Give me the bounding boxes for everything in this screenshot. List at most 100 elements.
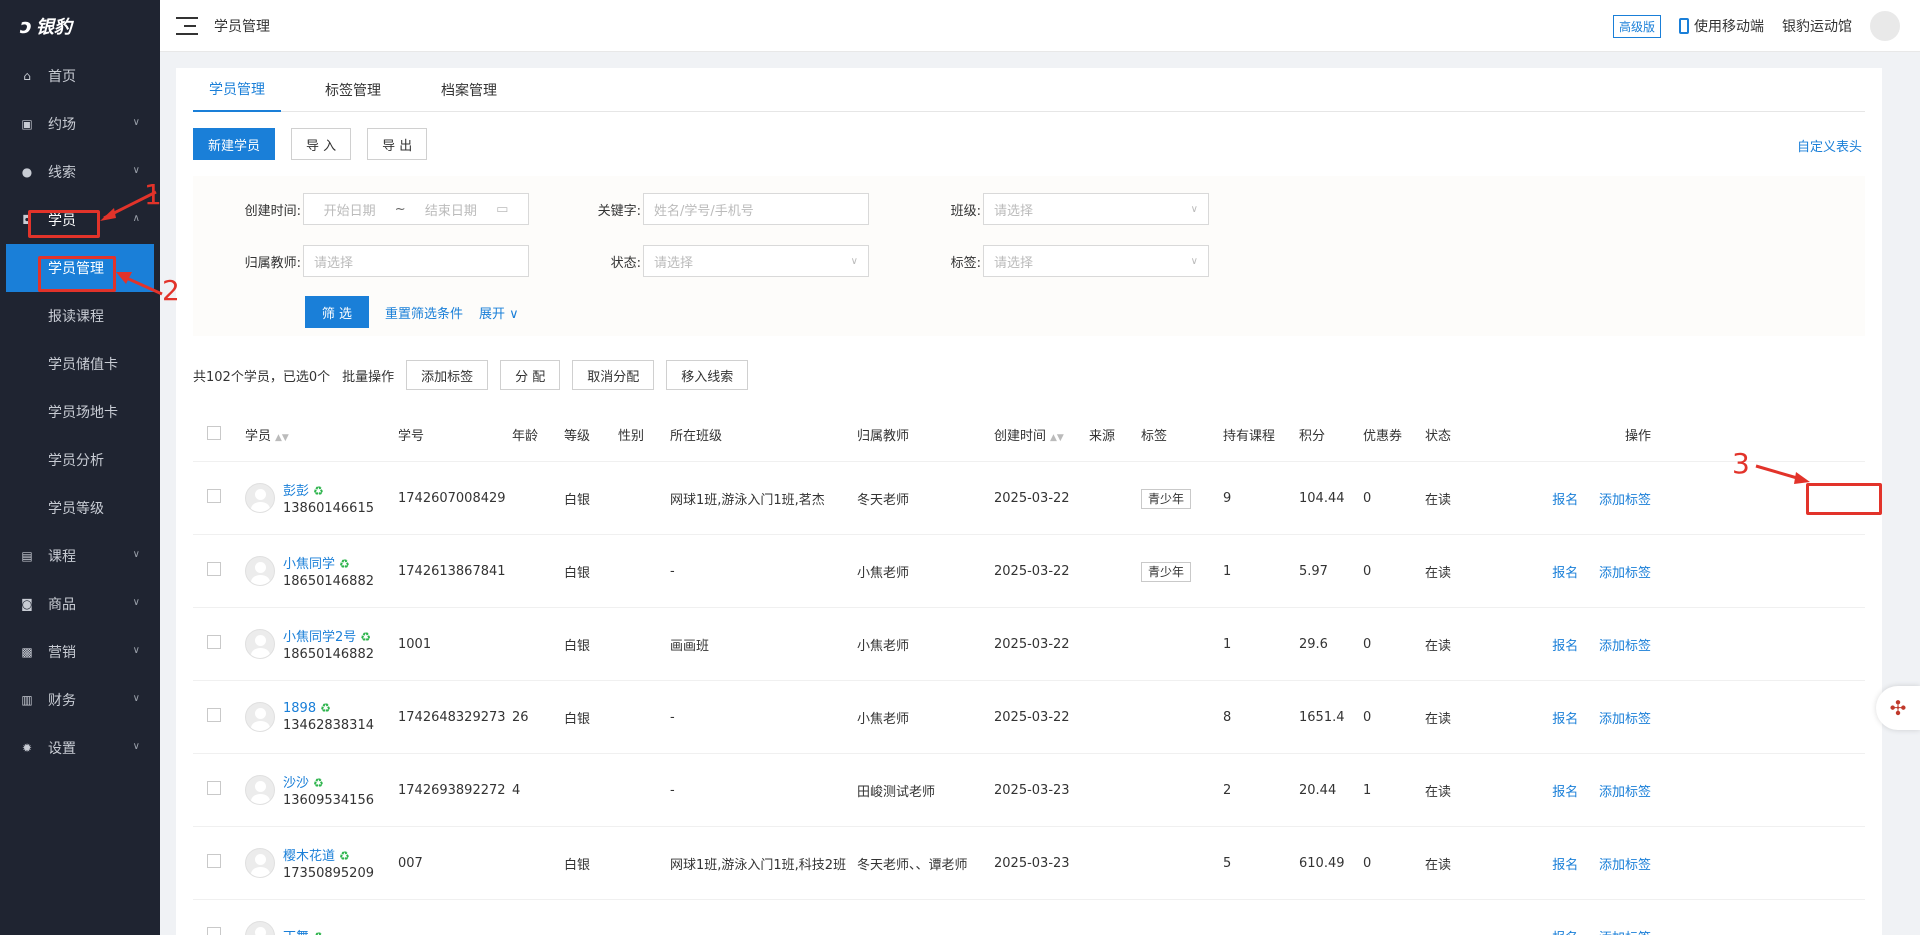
column-label: 状态 xyxy=(1425,429,1452,444)
table-row: 小焦同学2号 ♻ 18650146882 1001 白银 画画班 小焦老师 2025-03-… xyxy=(193,608,1865,681)
reset-filter-link[interactable]: 重置筛选条件 xyxy=(385,303,463,322)
row-checkbox[interactable] xyxy=(207,781,221,795)
student-name-link[interactable]: 小焦同学 ♻ xyxy=(283,553,374,572)
enroll-link[interactable]: 报名 xyxy=(1552,566,1578,581)
cell-teacher: 小焦老师 xyxy=(857,638,910,654)
class-select[interactable]: 请选择 ∨ xyxy=(983,193,1209,225)
sidebar-subitem-student-analysis[interactable]: 学员分析 xyxy=(0,436,160,484)
student-name-link[interactable]: 小焦同学2号 ♻ xyxy=(283,626,374,645)
cell-created: 2025-03-22 xyxy=(994,490,1070,506)
sidebar-item-8[interactable]: ✹ 设置 ∨ xyxy=(0,724,160,772)
book-icon: ▤ xyxy=(21,549,33,563)
row-checkbox[interactable] xyxy=(207,635,221,649)
logo: ↄ 银豹 xyxy=(0,0,160,52)
column-label: 等级 xyxy=(564,429,591,444)
column-header-created-time[interactable]: 创建时间 ▲▼ xyxy=(994,425,1089,444)
row-checkbox[interactable] xyxy=(207,927,221,935)
cell-points: 29.6 xyxy=(1299,636,1328,652)
phone-icon xyxy=(1679,18,1689,34)
row-checkbox[interactable] xyxy=(207,489,221,503)
student-phone: 18650146882 xyxy=(283,574,374,589)
enroll-link[interactable]: 报名 xyxy=(1552,639,1578,654)
enroll-link[interactable]: 报名 xyxy=(1552,785,1578,800)
edition-badge: 高级版 xyxy=(1612,14,1661,38)
floating-assistant-icon[interactable]: ✣ xyxy=(1876,686,1920,730)
sidebar-item-1[interactable]: ▣ 约场 ∨ xyxy=(0,100,160,148)
avatar xyxy=(245,629,275,659)
enroll-link[interactable]: 报名 xyxy=(1552,493,1578,508)
add-tag-link[interactable]: 添加标签 xyxy=(1599,931,1651,935)
assign-button[interactable]: 分 配 xyxy=(500,360,561,390)
tab-archive-management[interactable]: 档案管理 xyxy=(425,68,513,112)
student-name-link[interactable]: 沙沙 ♻ xyxy=(283,772,374,791)
cell-coupons: 0 xyxy=(1363,490,1372,506)
cell-level: 白银 xyxy=(564,711,591,727)
sidebar-item-7[interactable]: ▥ 财务 ∨ xyxy=(0,676,160,724)
enroll-link[interactable]: 报名 xyxy=(1552,931,1578,935)
cell-courses: 1 xyxy=(1223,636,1232,652)
date-range-picker[interactable]: 开始日期 ~ 结束日期 ▭ xyxy=(303,193,529,225)
add-tag-link[interactable]: 添加标签 xyxy=(1599,639,1651,654)
import-button[interactable]: 导 入 xyxy=(291,128,352,160)
tag-placeholder: 请选择 xyxy=(994,255,1034,271)
column-header-level: 等级 xyxy=(564,425,618,444)
row-checkbox[interactable] xyxy=(207,562,221,576)
class-placeholder: 请选择 xyxy=(994,203,1034,219)
enroll-link[interactable]: 报名 xyxy=(1552,712,1578,727)
filter-button[interactable]: 筛 选 xyxy=(305,296,369,328)
table-row: 樱木花道 ♻ 17350895209 007 白银 网球1班,游泳入门1班,科技2班 冬天… xyxy=(193,827,1865,900)
add-tag-link[interactable]: 添加标签 xyxy=(1599,785,1651,800)
recycle-icon: ♻ xyxy=(360,630,372,644)
menu-toggle-icon[interactable] xyxy=(176,16,198,35)
user-avatar[interactable] xyxy=(1870,11,1900,41)
row-checkbox[interactable] xyxy=(207,854,221,868)
custom-columns-link[interactable]: 自定义表头 xyxy=(1797,136,1862,155)
chevron-down-icon: ∨ xyxy=(850,255,858,267)
add-tag-link[interactable]: 添加标签 xyxy=(1599,712,1651,727)
cell-class: 网球1班,游泳入门1班,茗杰 xyxy=(670,492,825,508)
unassign-button[interactable]: 取消分配 xyxy=(572,360,655,390)
sidebar-subitem-venue-card[interactable]: 学员场地卡 xyxy=(0,388,160,436)
row-checkbox[interactable] xyxy=(207,708,221,722)
cell-teacher: 冬天老师 xyxy=(857,492,910,508)
column-label: 归属教师 xyxy=(857,429,910,444)
bag-icon: ◙ xyxy=(21,597,33,611)
student-name-link[interactable]: 彭彭 ♻ xyxy=(283,480,374,499)
tab-bar: 学员管理 标签管理 档案管理 xyxy=(193,68,1865,112)
status-select[interactable]: 请选择 ∨ xyxy=(643,245,869,277)
column-header-student[interactable]: 学员 ▲▼ xyxy=(245,425,398,444)
move-to-leads-button[interactable]: 移入线索 xyxy=(666,360,749,390)
add-tag-link[interactable]: 添加标签 xyxy=(1599,493,1651,508)
sidebar-item-0[interactable]: ⌂ 首页 xyxy=(0,52,160,100)
cell-courses: 2 xyxy=(1223,782,1232,798)
tab-tag-management[interactable]: 标签管理 xyxy=(309,68,397,112)
sidebar-subitem-stored-value-card[interactable]: 学员储值卡 xyxy=(0,340,160,388)
cell-status: 在读 xyxy=(1425,784,1452,800)
cell-level: 白银 xyxy=(564,857,591,873)
sidebar-item-5[interactable]: ◙ 商品 ∨ xyxy=(0,580,160,628)
select-all-checkbox[interactable] xyxy=(207,425,221,440)
cell-coupons: 0 xyxy=(1363,563,1372,579)
tab-student-management[interactable]: 学员管理 xyxy=(193,68,281,112)
venue-name[interactable]: 银豹运动馆 xyxy=(1782,16,1852,36)
mobile-link[interactable]: 使用移动端 xyxy=(1679,16,1764,36)
tag-select[interactable]: 请选择 ∨ xyxy=(983,245,1209,277)
enroll-link[interactable]: 报名 xyxy=(1552,858,1578,873)
sidebar-item-4[interactable]: ▤ 课程 ∨ xyxy=(0,532,160,580)
student-name-link[interactable]: 樱木花道 ♻ xyxy=(283,845,374,864)
teacher-input[interactable]: 请选择 xyxy=(303,245,529,277)
student-name-link[interactable]: 丁舞 ♻ xyxy=(283,926,324,935)
expand-link[interactable]: 展开 ∨ xyxy=(479,303,519,322)
sidebar: ↄ 银豹 ⌂ 首页 ▣ 约场 ∨ ● 线索 ∨ ◘ 学员 ∧ 学员管理 报读课程 学员储值卡 学员场… xyxy=(0,0,160,935)
keyword-input[interactable]: 姓名/学号/手机号 xyxy=(643,193,869,225)
annotation-box-2 xyxy=(38,256,116,292)
sidebar-item-6[interactable]: ▩ 营销 ∨ xyxy=(0,628,160,676)
new-student-button[interactable]: 新建学员 xyxy=(193,128,276,160)
add-tag-link[interactable]: 添加标签 xyxy=(1599,566,1651,581)
batch-add-tag-button[interactable]: 添加标签 xyxy=(406,360,489,390)
avatar xyxy=(245,483,275,513)
export-button[interactable]: 导 出 xyxy=(367,128,428,160)
sidebar-subitem-student-level[interactable]: 学员等级 xyxy=(0,484,160,532)
add-tag-link[interactable]: 添加标签 xyxy=(1599,858,1651,873)
student-name-link[interactable]: 1898 ♻ xyxy=(283,701,374,716)
